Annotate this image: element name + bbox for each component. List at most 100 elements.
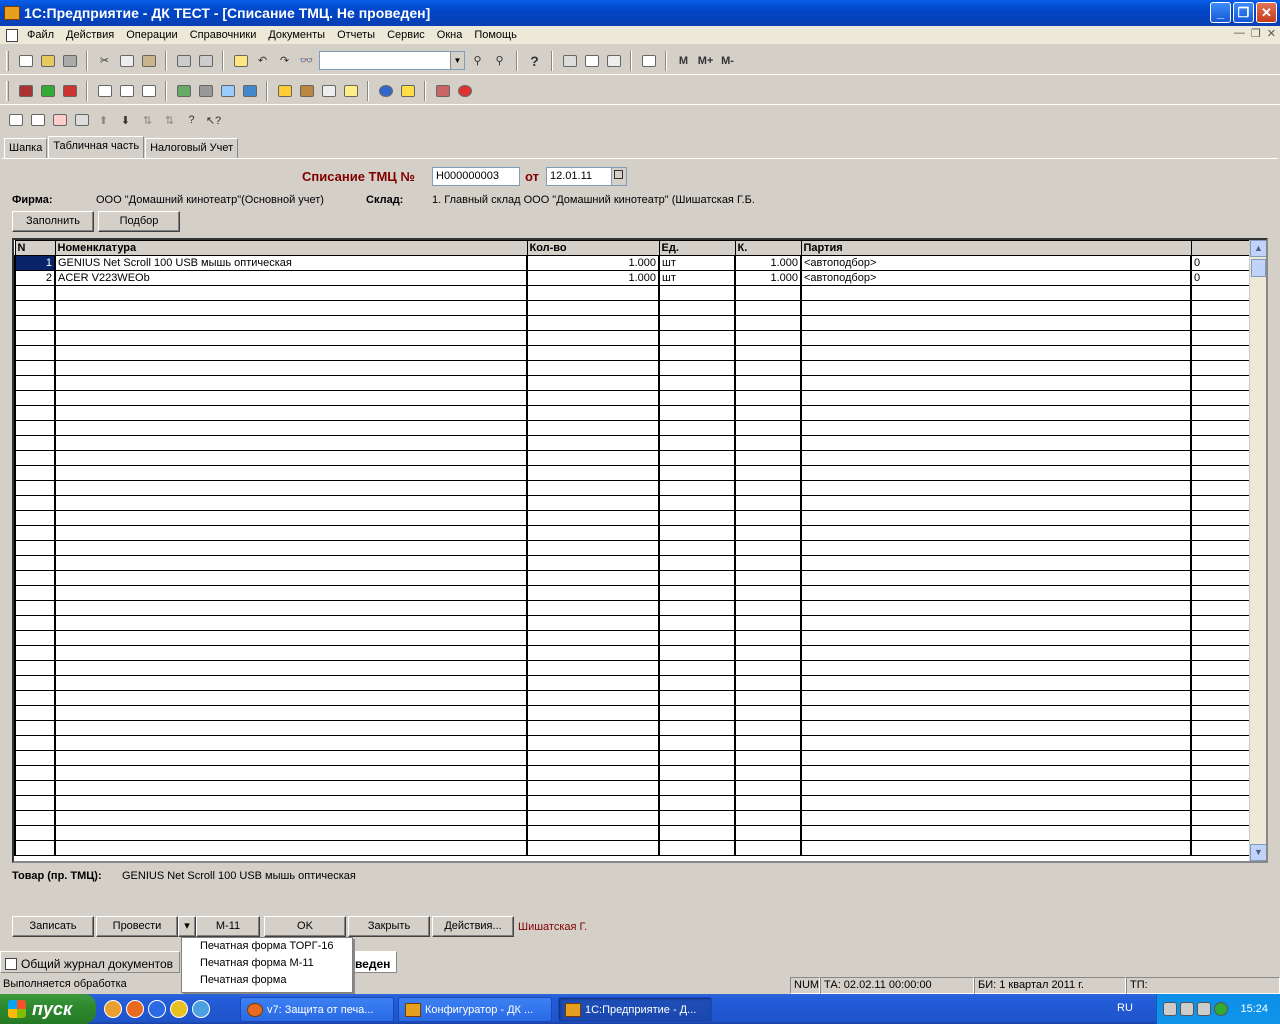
empty-cell[interactable] — [54, 840, 528, 856]
empty-cell[interactable] — [526, 795, 660, 811]
redo-icon[interactable]: ↷ — [275, 52, 294, 70]
empty-cell[interactable] — [734, 540, 802, 556]
empty-cell[interactable] — [526, 780, 660, 796]
empty-cell[interactable] — [1190, 690, 1252, 706]
empty-cell[interactable] — [734, 690, 802, 706]
empty-cell[interactable] — [14, 615, 56, 631]
cell-batch[interactable]: <автоподбор> — [800, 270, 1192, 286]
empty-cell[interactable] — [1190, 795, 1252, 811]
empty-cell[interactable] — [1190, 555, 1252, 571]
empty-cell[interactable] — [658, 540, 736, 556]
cell-n[interactable]: 2 — [14, 270, 56, 286]
empty-table-row[interactable] — [14, 450, 1252, 466]
empty-cell[interactable] — [734, 375, 802, 391]
empty-table-row[interactable] — [14, 585, 1252, 601]
empty-cell[interactable] — [54, 750, 528, 766]
tray-app-icon[interactable] — [1163, 1002, 1177, 1016]
download-icon[interactable] — [148, 1000, 166, 1018]
empty-cell[interactable] — [1190, 465, 1252, 481]
empty-cell[interactable] — [658, 735, 736, 751]
empty-cell[interactable] — [1190, 750, 1252, 766]
empty-cell[interactable] — [54, 825, 528, 841]
empty-cell[interactable] — [526, 375, 660, 391]
empty-cell[interactable] — [658, 810, 736, 826]
memory-button[interactable]: M — [674, 52, 693, 70]
empty-cell[interactable] — [800, 765, 1192, 781]
empty-cell[interactable] — [526, 765, 660, 781]
empty-cell[interactable] — [526, 510, 660, 526]
empty-table-row[interactable] — [14, 570, 1252, 586]
print-dropdown-button[interactable]: ▾ — [178, 916, 196, 937]
empty-cell[interactable] — [800, 675, 1192, 691]
calendar-icon[interactable] — [611, 167, 627, 186]
empty-cell[interactable] — [526, 450, 660, 466]
empty-cell[interactable] — [526, 810, 660, 826]
empty-cell[interactable] — [14, 450, 56, 466]
empty-table-row[interactable] — [14, 285, 1252, 301]
search-combo[interactable]: ▼ — [319, 51, 465, 70]
empty-cell[interactable] — [800, 420, 1192, 436]
select-button[interactable]: Подбор — [98, 211, 180, 232]
empty-cell[interactable] — [526, 555, 660, 571]
empty-cell[interactable] — [54, 390, 528, 406]
empty-cell[interactable] — [658, 390, 736, 406]
empty-cell[interactable] — [54, 420, 528, 436]
empty-cell[interactable] — [54, 675, 528, 691]
calculator-icon[interactable] — [560, 52, 579, 70]
column-header-unit[interactable]: Ед. — [658, 240, 736, 256]
empty-cell[interactable] — [658, 600, 736, 616]
menu-windows[interactable]: Окна — [431, 29, 469, 41]
empty-cell[interactable] — [658, 420, 736, 436]
sort-asc-icon[interactable]: ⇅ — [138, 111, 157, 129]
help-icon[interactable]: ? — [525, 52, 544, 70]
empty-table-row[interactable] — [14, 525, 1252, 541]
scroll-thumb[interactable] — [1251, 259, 1266, 277]
cell-name[interactable]: ACER V223WEOb — [54, 270, 528, 286]
empty-cell[interactable] — [1190, 780, 1252, 796]
empty-table-row[interactable] — [14, 480, 1252, 496]
menu-item-m11[interactable]: Печатная форма М-11 — [182, 955, 352, 972]
empty-cell[interactable] — [54, 795, 528, 811]
document-date-field[interactable]: 12.01.11 — [546, 167, 614, 186]
memory-plus-button[interactable]: M+ — [696, 52, 715, 70]
empty-cell[interactable] — [734, 435, 802, 451]
money-bag-icon[interactable] — [174, 82, 193, 100]
empty-cell[interactable] — [658, 375, 736, 391]
empty-cell[interactable] — [54, 315, 528, 331]
empty-table-row[interactable] — [14, 555, 1252, 571]
empty-table-row[interactable] — [14, 495, 1252, 511]
empty-cell[interactable] — [14, 585, 56, 601]
cell-k[interactable]: 1.000 — [734, 255, 802, 271]
register-icon[interactable] — [196, 82, 215, 100]
empty-cell[interactable] — [734, 450, 802, 466]
empty-cell[interactable] — [526, 675, 660, 691]
tray-status-icon[interactable] — [1214, 1002, 1228, 1016]
empty-cell[interactable] — [734, 510, 802, 526]
empty-table-row[interactable] — [14, 630, 1252, 646]
empty-cell[interactable] — [734, 330, 802, 346]
empty-cell[interactable] — [734, 660, 802, 676]
empty-cell[interactable] — [734, 615, 802, 631]
memory-minus-button[interactable]: M- — [718, 52, 737, 70]
list-icon[interactable] — [319, 82, 338, 100]
empty-cell[interactable] — [54, 615, 528, 631]
mdi-close-button[interactable]: ✕ — [1267, 27, 1276, 40]
empty-cell[interactable] — [1190, 735, 1252, 751]
1c-quick-icon[interactable] — [104, 1000, 122, 1018]
empty-cell[interactable] — [800, 735, 1192, 751]
empty-cell[interactable] — [526, 615, 660, 631]
menu-actions[interactable]: Действия — [60, 29, 120, 41]
empty-cell[interactable] — [658, 630, 736, 646]
empty-cell[interactable] — [658, 615, 736, 631]
empty-cell[interactable] — [800, 660, 1192, 676]
empty-cell[interactable] — [800, 510, 1192, 526]
cell-qty[interactable]: 1.000 — [526, 255, 660, 271]
empty-cell[interactable] — [800, 705, 1192, 721]
mdi-restore-button[interactable]: ❐ — [1251, 27, 1261, 40]
empty-cell[interactable] — [526, 630, 660, 646]
empty-cell[interactable] — [658, 585, 736, 601]
empty-cell[interactable] — [1190, 300, 1252, 316]
empty-cell[interactable] — [1190, 495, 1252, 511]
empty-cell[interactable] — [734, 525, 802, 541]
empty-cell[interactable] — [800, 345, 1192, 361]
